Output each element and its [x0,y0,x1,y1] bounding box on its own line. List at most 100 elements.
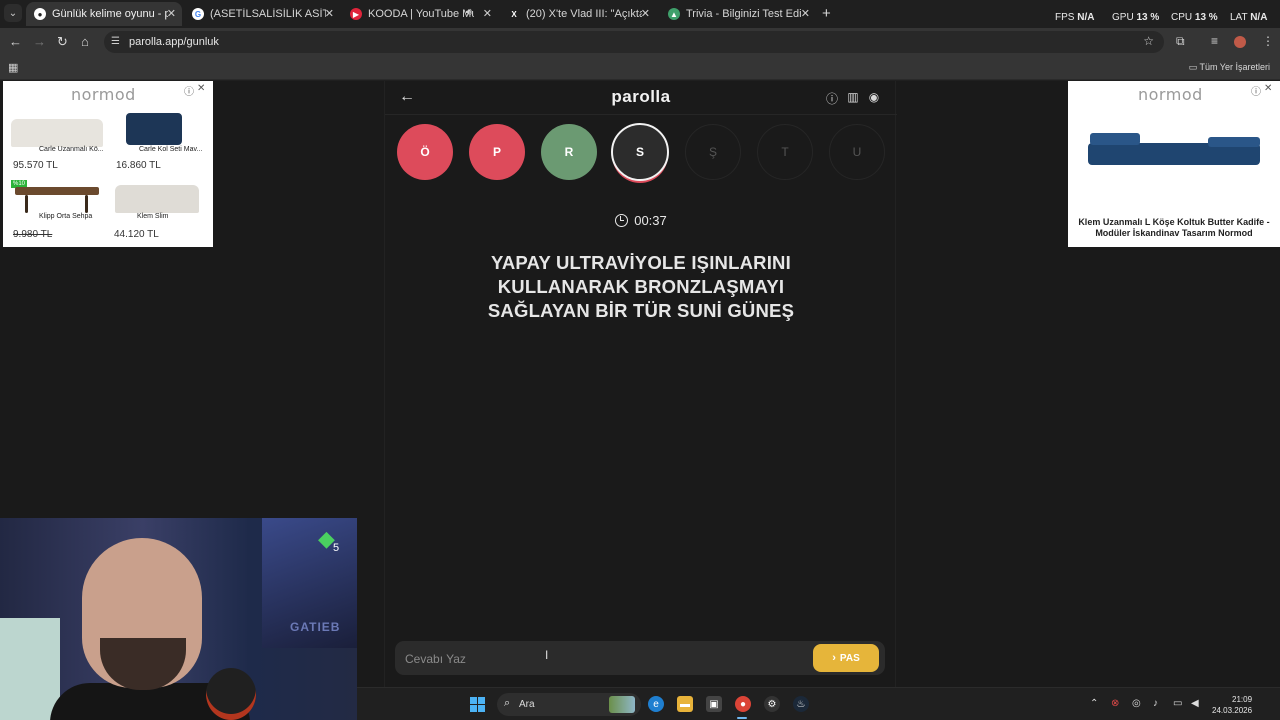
microphone-icon[interactable]: ♪ [1153,698,1158,709]
brand-title: parolla [611,87,671,106]
chevron-right-icon: › [832,652,836,664]
tab-title: (20) X'te Vlad III: "Açıktan poxu [526,8,642,20]
microphone-image [206,668,256,720]
search-highlight-image [609,696,635,713]
info-icon[interactable]: ⓘ [825,90,839,106]
question-text: YAPAY ULTRAVİYOLE IŞINLARINI KULLANARAK … [487,252,795,321]
edge-icon[interactable]: e [648,696,664,712]
url-text[interactable]: parolla.app/gunluk [129,36,219,48]
account-icon[interactable]: ◉ [867,90,881,104]
close-tab-icon[interactable]: ✕ [801,7,810,20]
tab-x[interactable]: X (20) X'te Vlad III: "Açıktan poxu ✕ [500,2,656,26]
site-info-icon[interactable]: ☰ [111,36,123,48]
settings-gear-icon[interactable]: ⚙ [764,696,780,712]
bookmarks-bar: ▦ ▭ Tüm Yer İşaretleri [0,56,1280,80]
answer-bar: I › PAS [395,641,885,675]
active-app-indicator [737,717,747,719]
ad-brand-logo: normod [1138,85,1203,104]
tab-trivia[interactable]: ▲ Trivia - Bilginizi Test Edin - Quiz ✕ [660,2,816,26]
bookmark-star-icon[interactable]: ☆ [1143,34,1154,48]
poster-text: GATIEB [290,620,341,634]
letter-circle: P [469,124,525,180]
tab-title: (ASETİLSALİSİLİK ASİT - Google [210,8,326,20]
tab-parolla[interactable]: ● Günlük kelime oyunu - parolla ✕ [26,2,182,26]
store-icon[interactable]: ▣ [706,696,722,712]
trivia-favicon-icon: ▲ [668,8,680,20]
ad-close-icon[interactable]: ✕ [197,83,205,94]
windows-start-icon[interactable] [470,697,485,712]
all-bookmarks-button[interactable]: ▭ Tüm Yer İşaretleri [1189,62,1270,73]
close-tab-icon[interactable]: ✕ [641,7,650,20]
game-header: ← parolla ⓘ ▥ ◉ [385,81,897,115]
fps-stat: FPS N/A [1055,12,1095,23]
address-bar[interactable]: ☰ parolla.app/gunluk ☆ [104,31,1164,53]
profile-avatar[interactable] [1234,36,1246,48]
close-tab-icon[interactable]: ✕ [325,7,334,20]
tab-youtube-music[interactable]: ▶ KOODA | YouTube Music 🔊︎ ✕ [342,2,498,26]
windows-taskbar: ⌕ Ara e ▬ ▣ ● ⚙ ♨ ⌃ ⊗ ◎ ♪ ▭ ◀ 21:09 24.0… [357,687,1280,720]
cpu-stat: CPU 13 % [1171,12,1218,23]
x-favicon-icon: X [511,9,517,19]
home-icon[interactable]: ⌂ [81,34,89,49]
sofa-image [11,119,103,147]
gem-count: 5 [333,542,340,554]
letter-circle: Ş [685,124,741,180]
ad-left[interactable]: normod ⓘ ✕ Carle Uzanmalı Kö... 95.570 T… [3,81,213,247]
tray-overflow-icon[interactable]: ⌃ [1090,698,1098,709]
parolla-game: ← parolla ⓘ ▥ ◉ Ö P R S Ş T U 00:37 YAPA… [384,81,897,687]
close-tab-icon[interactable]: ✕ [483,7,492,20]
webcam-overlay: GATIEB ◆ 5 [0,518,357,720]
forward-icon[interactable]: → [33,34,46,49]
timer-value: 00:37 [634,213,667,228]
clock-icon [615,214,629,227]
browser-toolbar: ← → ↻ ⌂ ☰ parolla.app/gunluk ☆ ⧉ ≡ ⋮ [0,28,1280,56]
file-explorer-icon[interactable]: ▬ [677,696,693,712]
tab-title: KOODA | YouTube Music [368,8,474,20]
search-icon: ⌕ [504,697,511,709]
system-clock[interactable]: 21:09 24.03.2026 [1212,694,1252,716]
close-tab-icon[interactable]: ✕ [167,7,176,20]
ad-info-icon[interactable]: ⓘ [184,83,194,98]
ad-close-icon[interactable]: ✕ [1264,83,1272,94]
timer: 00:37 [385,213,897,228]
sofa-image [115,185,199,213]
speaker-icon[interactable]: 🔊︎ [466,7,472,18]
taskbar-search[interactable]: ⌕ Ara [497,693,641,716]
pass-button[interactable]: › PAS [813,644,879,672]
youtube-music-favicon-icon: ▶ [350,8,362,20]
gpu-stat: GPU 13 % [1112,12,1160,23]
tab-search-button[interactable]: ⌄ [4,4,22,22]
record-icon[interactable]: ⊗ [1111,698,1119,709]
armrest-image [126,113,182,145]
extensions-icon[interactable]: ⧉ [1176,34,1185,49]
ad-brand-logo: normod [71,85,136,104]
menu-icon[interactable]: ⋮ [1262,34,1274,48]
stats-icon[interactable]: ▥ [846,90,860,104]
letter-circle: Ö [397,124,453,180]
google-favicon-icon: G [192,8,204,20]
lat-stat: LAT N/A [1230,12,1268,23]
back-icon[interactable]: ← [9,34,22,49]
table-image [15,187,99,195]
new-tab-icon[interactable]: + [822,5,831,22]
letter-circle-current: S [611,123,669,181]
tab-google[interactable]: G (ASETİLSALİSİLİK ASİT - Google ✕ [184,2,340,26]
letter-circle: U [829,124,885,180]
network-icon[interactable]: ▭ [1173,698,1182,709]
apps-grid-icon[interactable]: ▦ [8,61,18,74]
steam-tray-icon[interactable]: ◎ [1132,698,1141,709]
letter-circle: T [757,124,813,180]
volume-icon[interactable]: ◀ [1191,698,1199,709]
ad-right[interactable]: normod ⓘ ✕ Klem Uzanmalı L Köşe Koltuk B… [1068,81,1280,247]
tab-strip: ⌄ ● Günlük kelime oyunu - parolla ✕ G (A… [0,0,1280,28]
reload-icon[interactable]: ↻ [57,34,68,50]
steam-icon[interactable]: ♨ [793,696,809,712]
letter-circle: R [541,124,597,180]
ad-info-icon[interactable]: ⓘ [1251,83,1261,98]
answer-input[interactable] [405,650,795,668]
tab-title: Trivia - Bilginizi Test Edin - Quiz [686,8,802,20]
text-cursor-icon: I [545,648,549,662]
chrome-icon[interactable]: ● [735,696,751,712]
parolla-favicon-icon: ● [34,8,46,20]
media-controls-icon[interactable]: ≡ [1211,34,1218,48]
